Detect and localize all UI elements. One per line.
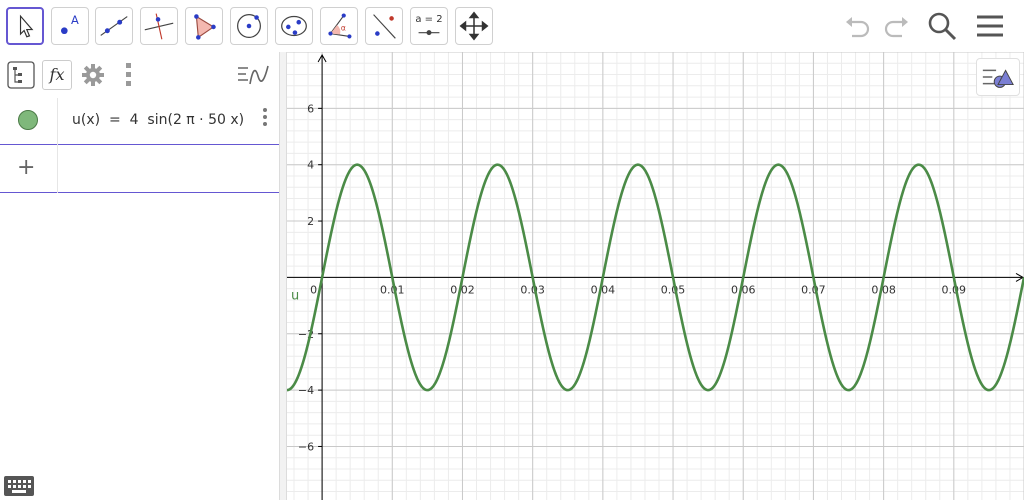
curve-label: u [291, 288, 299, 303]
move-view-tool-button[interactable] [455, 7, 493, 45]
x-tick-label: 0.02 [450, 283, 475, 296]
add-icon[interactable]: + [17, 155, 35, 180]
tree-view-icon[interactable] [6, 60, 36, 90]
menu-icon[interactable] [974, 10, 1006, 42]
algebra-item-u[interactable]: u(x) = 4 sin(2 π · 50 x) [0, 98, 279, 145]
polygon-icon [194, 14, 216, 40]
perpendicular-line-icon [144, 13, 174, 40]
svg-text:A: A [71, 13, 79, 27]
x-tick-label: 0.05 [661, 283, 686, 296]
x-tick-label: 0.08 [871, 283, 896, 296]
graphing-view-icon[interactable] [236, 60, 270, 90]
panel-divider[interactable] [279, 52, 287, 500]
move-arrows-icon [459, 11, 489, 41]
keyboard-icon[interactable] [4, 476, 34, 496]
fx-icon[interactable]: fx [42, 60, 72, 90]
algebra-view: fx u(x) = 4 sin(2 π · 50 x) + [0, 52, 279, 500]
y-tick-label: −6 [298, 440, 314, 453]
move-tool-button[interactable] [6, 7, 44, 45]
redo-icon[interactable] [880, 10, 912, 42]
style-bar-icon[interactable] [976, 58, 1020, 96]
x-tick-label: 0.09 [942, 283, 967, 296]
polygon-tool-button[interactable] [185, 7, 223, 45]
x-tick-label: 0 [310, 283, 317, 296]
conic-tool-button[interactable] [275, 7, 313, 45]
angle-tool-button[interactable]: α [320, 7, 358, 45]
cursor-icon [19, 14, 34, 38]
circle-icon [237, 14, 261, 38]
algebra-header: fx [0, 52, 279, 96]
x-tick-label: 0.03 [520, 283, 545, 296]
search-icon[interactable] [926, 10, 958, 42]
line-tool-button[interactable] [95, 7, 133, 45]
y-tick-label: −4 [298, 384, 314, 397]
function-expression[interactable]: u(x) = 4 sin(2 π · 50 x) [72, 112, 244, 128]
undo-icon[interactable] [842, 10, 874, 42]
ellipse-icon [281, 15, 307, 37]
point-tool-button[interactable]: A [51, 7, 89, 45]
graphics-view[interactable]: 0 0.01 0.02 0.03 0.04 0.05 0.06 0.07 0.08 0.09 6 4 2… [287, 52, 1024, 500]
perpendicular-tool-button[interactable] [140, 7, 178, 45]
algebra-input-row[interactable]: + [0, 145, 279, 193]
settings-icon[interactable] [78, 60, 108, 90]
more-vert-icon[interactable] [114, 60, 144, 90]
angle-icon: α [328, 13, 352, 39]
x-tick-label: 0.01 [380, 283, 405, 296]
y-tick-label: 2 [307, 215, 314, 228]
y-tick-label: 4 [307, 159, 314, 172]
toolbar: A α a = 2 [0, 0, 1024, 52]
x-tick-label: 0.06 [731, 283, 756, 296]
circle-tool-button[interactable] [230, 7, 268, 45]
graph-canvas[interactable]: 0 0.01 0.02 0.03 0.04 0.05 0.06 0.07 0.08 0.09 6 4 2… [287, 52, 1024, 500]
reflect-tool-button[interactable] [365, 7, 403, 45]
y-tick-label: 6 [307, 102, 314, 115]
reflect-icon [373, 14, 396, 39]
svg-text:α: α [341, 24, 346, 33]
item-more-vert-icon[interactable] [258, 106, 272, 128]
point-icon: A [61, 13, 79, 35]
slider-icon [418, 30, 440, 36]
x-tick-label: 0.07 [801, 283, 826, 296]
x-tick-label: 0.04 [591, 283, 616, 296]
line-icon [100, 16, 128, 36]
visibility-toggle[interactable] [18, 110, 38, 130]
slider-tool-button[interactable]: a = 2 [410, 7, 448, 45]
